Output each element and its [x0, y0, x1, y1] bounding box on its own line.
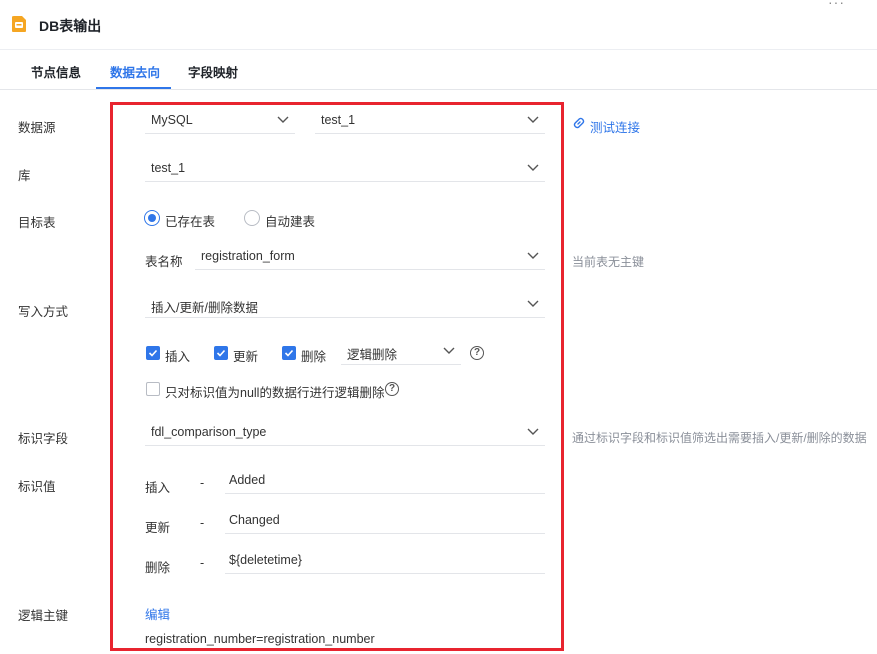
- table-name-value: registration_form: [201, 249, 295, 263]
- flag-delete-input[interactable]: ${deletetime}: [225, 550, 545, 574]
- flag-field-select[interactable]: fdl_comparison_type: [145, 422, 545, 446]
- insert-checkbox[interactable]: [146, 346, 160, 360]
- null-only-logical-delete-label: 只对标识值为null的数据行进行逻辑删除: [165, 386, 385, 400]
- active-tab-indicator: [96, 87, 171, 89]
- table-name-label: 表名称: [145, 255, 183, 269]
- update-checkbox[interactable]: [214, 346, 228, 360]
- db-output-icon: [12, 16, 26, 32]
- check-icon: [216, 349, 226, 357]
- write-mode-select[interactable]: 插入/更新/删除数据: [145, 294, 545, 318]
- chevron-down-icon: [527, 252, 539, 259]
- flag-delete-dash: -: [200, 556, 205, 570]
- write-mode-value: 插入/更新/删除数据: [151, 301, 258, 315]
- chevron-down-icon: [277, 116, 289, 123]
- logic-key-label: 逻辑主键: [18, 609, 69, 623]
- flag-field-hint: 通过标识字段和标识值筛选出需要插入/更新/删除的数据: [572, 431, 867, 445]
- flag-insert-input[interactable]: Added: [225, 470, 545, 494]
- flag-delete-label: 删除: [145, 561, 171, 575]
- flag-field-label: 标识字段: [18, 432, 69, 446]
- radio-auto-create-table[interactable]: [244, 210, 260, 226]
- check-icon: [284, 349, 294, 357]
- dialog-title: DB表输出: [39, 18, 102, 34]
- chevron-down-icon: [443, 347, 455, 354]
- flag-update-dash: -: [200, 516, 205, 530]
- help-icon[interactable]: ?: [470, 346, 484, 360]
- radio-auto-create-table-label: 自动建表: [265, 215, 316, 229]
- insert-checkbox-label: 插入: [165, 350, 191, 364]
- delete-mode-select[interactable]: 逻辑删除: [341, 341, 461, 365]
- chevron-down-icon: [527, 164, 539, 171]
- table-name-select[interactable]: registration_form: [195, 246, 545, 270]
- flag-insert-value: Added: [229, 473, 266, 487]
- no-primary-key-hint: 当前表无主键: [572, 255, 645, 269]
- datasource-label: 数据源: [18, 121, 56, 135]
- database-select[interactable]: test_1: [145, 158, 545, 182]
- chevron-down-icon: [527, 428, 539, 435]
- chevron-down-icon: [527, 116, 539, 123]
- database-label: 库: [18, 169, 31, 183]
- tab-node-info[interactable]: 节点信息: [31, 62, 81, 81]
- datasource-type-value: MySQL: [151, 113, 193, 127]
- write-mode-label: 写入方式: [18, 305, 69, 319]
- flag-update-label: 更新: [145, 521, 171, 535]
- flag-update-value: Changed: [229, 513, 280, 527]
- datasource-type-select[interactable]: MySQL: [145, 110, 295, 134]
- datasource-connection-value: test_1: [321, 113, 356, 127]
- more-icon[interactable]: ···: [828, 0, 845, 10]
- update-checkbox-label: 更新: [233, 350, 259, 364]
- tab-bar: 节点信息 数据去向 字段映射: [0, 50, 877, 90]
- tab-data-destination[interactable]: 数据去向: [110, 62, 160, 81]
- null-only-logical-delete-checkbox[interactable]: [146, 382, 160, 396]
- radio-existing-table[interactable]: [144, 210, 160, 226]
- help-icon[interactable]: ?: [385, 382, 399, 396]
- delete-mode-value: 逻辑删除: [347, 348, 398, 362]
- tab-field-mapping[interactable]: 字段映射: [188, 62, 238, 81]
- check-icon: [148, 349, 158, 357]
- flag-values-label: 标识值: [18, 480, 56, 494]
- test-connection-link[interactable]: 测试连接: [590, 117, 640, 136]
- delete-checkbox-label: 删除: [301, 350, 327, 364]
- flag-update-input[interactable]: Changed: [225, 510, 545, 534]
- dialog-header: DB表输出 ···: [0, 0, 877, 50]
- target-table-label: 目标表: [18, 216, 56, 230]
- delete-checkbox[interactable]: [282, 346, 296, 360]
- chevron-down-icon: [527, 300, 539, 307]
- edit-logic-key-link[interactable]: 编辑: [145, 604, 170, 623]
- flag-insert-label: 插入: [145, 481, 171, 495]
- datasource-connection-select[interactable]: test_1: [315, 110, 545, 134]
- flag-insert-dash: -: [200, 476, 205, 490]
- radio-existing-table-label: 已存在表: [165, 215, 216, 229]
- logic-key-mapping: registration_number=registration_number: [145, 632, 375, 646]
- flag-delete-value: ${deletetime}: [229, 553, 302, 567]
- database-value: test_1: [151, 161, 186, 175]
- link-icon[interactable]: [572, 116, 586, 130]
- flag-field-value: fdl_comparison_type: [151, 425, 267, 439]
